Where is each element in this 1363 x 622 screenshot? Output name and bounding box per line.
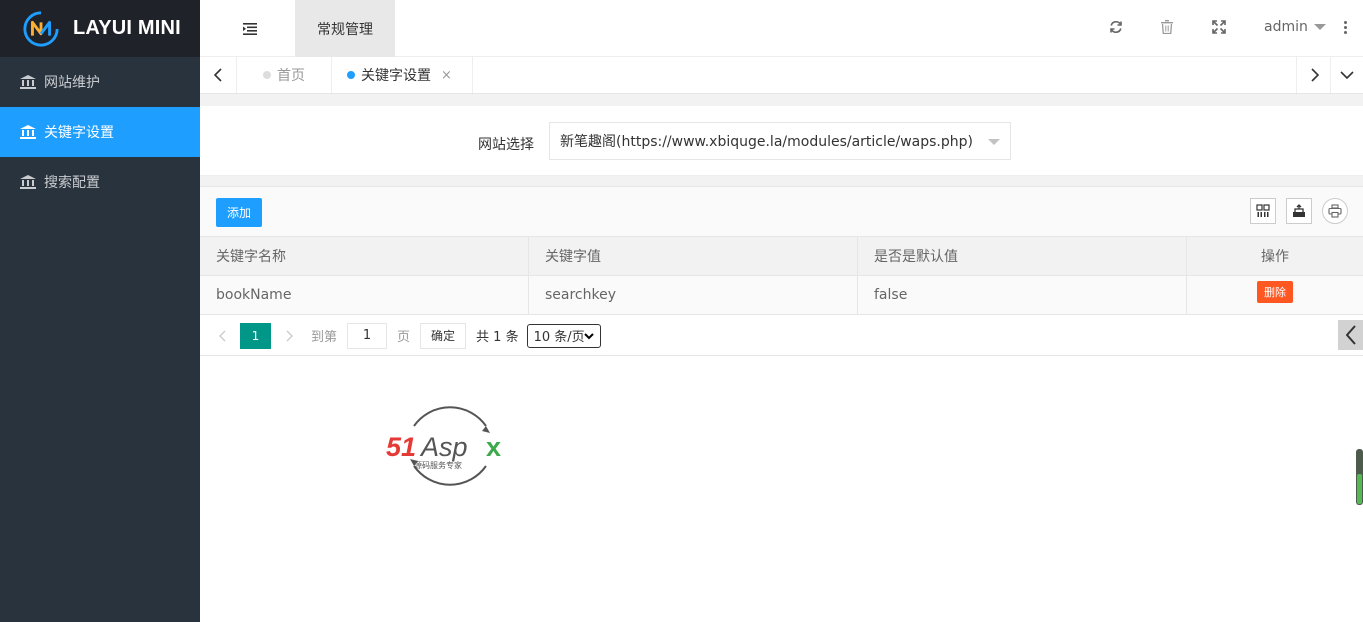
column-header[interactable]: 关键字名称: [200, 237, 529, 275]
logo[interactable]: LAYUI MINI: [0, 0, 200, 57]
sidebar-item-label: 网站维护: [44, 75, 100, 91]
goto-page-input[interactable]: 1: [347, 322, 388, 349]
refresh-icon: [1110, 20, 1122, 34]
svg-text:51: 51: [386, 432, 416, 462]
chevron-left-icon: [1345, 325, 1356, 345]
site-select-label: 网站选择: [478, 137, 534, 153]
sidebar-item-search-config[interactable]: 搜索配置: [0, 157, 200, 207]
columns-filter-button[interactable]: [1250, 198, 1276, 224]
trash-icon: [1161, 20, 1173, 34]
logo-icon: [23, 10, 59, 47]
divider: [200, 176, 1363, 186]
tab-home[interactable]: 首页: [237, 57, 332, 93]
fullscreen-button[interactable]: [1210, 18, 1228, 36]
chevron-down-icon: [988, 139, 1000, 145]
site-select[interactable]: 新笔趣阁(https://www.xbiquge.la/modules/arti…: [549, 122, 1011, 160]
total-count: 共 1 条: [476, 330, 519, 345]
add-button[interactable]: 添加: [216, 198, 262, 227]
clear-cache-button[interactable]: [1158, 18, 1176, 36]
close-icon[interactable]: ×: [441, 68, 452, 83]
tab-label: 首页: [277, 68, 305, 84]
tab-dot-icon: [263, 71, 271, 79]
bank-icon: [20, 125, 36, 139]
more-button[interactable]: [1340, 18, 1350, 36]
sidebar-item-site-maintenance[interactable]: 网站维护: [0, 57, 200, 107]
top-menu-general[interactable]: 常规管理: [295, 0, 395, 57]
watermark-logo: 51 Asp x 源码服务专家: [386, 406, 501, 486]
bank-icon: [20, 75, 36, 89]
user-menu[interactable]: admin: [1264, 18, 1326, 36]
top-header: 常规管理 admin: [200, 0, 1363, 57]
table-cell: false: [858, 276, 1187, 314]
menu-collapse-icon: [243, 23, 257, 35]
table-cell: bookName: [200, 276, 529, 314]
next-page-button[interactable]: [277, 324, 301, 348]
chevron-down-icon: [583, 332, 594, 339]
filter-form: 网站选择 新笔趣阁(https://www.xbiquge.la/modules…: [200, 106, 1363, 176]
more-icon: [1343, 20, 1347, 24]
delete-button[interactable]: 删除: [1257, 281, 1293, 303]
svg-text:x: x: [486, 432, 501, 462]
chevron-right-icon: [286, 330, 293, 341]
print-button[interactable]: [1322, 198, 1348, 224]
keyword-table: 关键字名称 关键字值 是否是默认值 操作 bookName searchkey …: [200, 237, 1363, 315]
chevron-down-icon: [1340, 71, 1354, 79]
column-header[interactable]: 是否是默认值: [858, 237, 1187, 275]
chevron-down-icon: [1313, 24, 1326, 30]
column-header[interactable]: 关键字值: [529, 237, 858, 275]
goto-confirm-button[interactable]: 确定: [420, 322, 467, 349]
column-header: 操作: [1261, 249, 1289, 265]
side-panel-toggle[interactable]: [1338, 320, 1363, 350]
export-button[interactable]: [1286, 198, 1312, 224]
columns-icon: [1256, 204, 1270, 217]
site-select-value: 新笔趣阁(https://www.xbiquge.la/modules/arti…: [560, 134, 973, 150]
svg-text:源码服务专家: 源码服务专家: [414, 460, 462, 470]
fullscreen-icon: [1212, 20, 1226, 34]
tab-options-button[interactable]: [1330, 57, 1363, 93]
scrollbar-indicator: [1357, 474, 1362, 504]
page-size-select[interactable]: 10 条/页: [526, 323, 601, 348]
print-icon: [1328, 204, 1342, 218]
pagination: 1 到第 1 页 确定 共 1 条 10 条/页: [200, 316, 1363, 356]
table-row[interactable]: bookName searchkey false 删除: [200, 276, 1363, 315]
chevron-right-icon: [1311, 68, 1319, 82]
bank-icon: [20, 175, 36, 189]
page-size-value: 10 条/页: [533, 330, 585, 345]
goto-prefix: 到第: [311, 330, 338, 345]
sidebar: LAYUI MINI 网站维护 关键字设置 搜索配置: [0, 0, 200, 622]
sidebar-item-label: 关键字设置: [44, 125, 114, 141]
tab-dot-icon: [347, 71, 355, 79]
tab-bar: 首页 关键字设置 ×: [200, 57, 1363, 94]
svg-text:Asp: Asp: [419, 432, 468, 462]
prev-page-button[interactable]: [210, 324, 234, 348]
tab-scroll-left-button[interactable]: [200, 57, 237, 93]
table-cell: 删除: [1187, 276, 1363, 314]
table-toolbar: 添加: [200, 186, 1363, 237]
logo-text: LAYUI MINI: [73, 17, 181, 39]
sidebar-item-label: 搜索配置: [44, 175, 100, 191]
tab-keyword-settings[interactable]: 关键字设置 ×: [332, 57, 473, 93]
chevron-left-icon: [214, 68, 222, 82]
table-cell: searchkey: [529, 276, 858, 314]
sidebar-toggle-button[interactable]: [236, 19, 266, 39]
goto-suffix: 页: [397, 330, 411, 345]
table-header-row: 关键字名称 关键字值 是否是默认值 操作: [200, 237, 1363, 276]
export-icon: [1293, 204, 1305, 217]
main-content: 网站选择 新笔趣阁(https://www.xbiquge.la/modules…: [200, 94, 1363, 622]
divider: [200, 94, 1363, 106]
tab-label: 关键字设置: [361, 68, 431, 84]
current-page[interactable]: 1: [240, 322, 271, 349]
chevron-left-icon: [218, 330, 225, 341]
tab-scroll-right-button[interactable]: [1296, 57, 1333, 93]
refresh-button[interactable]: [1107, 18, 1125, 36]
user-name: admin: [1264, 19, 1308, 35]
sidebar-item-keyword-settings[interactable]: 关键字设置: [0, 107, 200, 157]
